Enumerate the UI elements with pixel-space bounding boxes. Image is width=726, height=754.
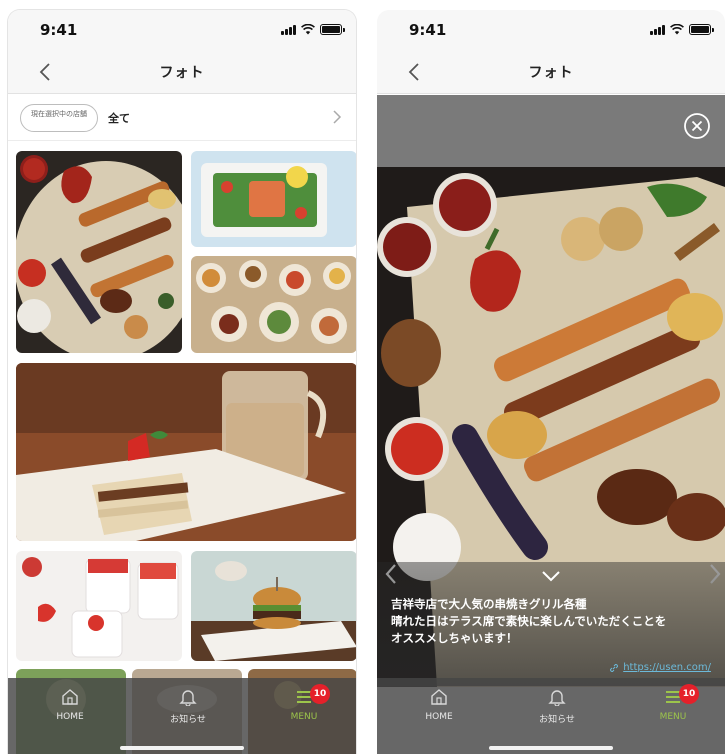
photo-tile[interactable] [191, 151, 356, 247]
status-bar: 9:41 [8, 10, 356, 50]
menu-badge: 10 [310, 684, 330, 704]
tab-label: お知らせ [539, 715, 575, 725]
tab-bar: HOME お知らせ MENU 10 [8, 678, 356, 754]
tab-label: HOME [56, 712, 84, 722]
store-selector-pill[interactable]: 現在選択中の店舗 [20, 104, 98, 132]
nav-bar: フォト [8, 50, 356, 94]
tab-label: MENU [659, 712, 687, 722]
tab-news[interactable]: お知らせ [148, 688, 228, 725]
store-filter-bar[interactable]: 現在選択中の店舗 全て [8, 95, 356, 141]
photo-grid [8, 141, 356, 754]
small-plates-photo [191, 256, 356, 353]
caption-line: 晴れた日はテラス席で素快に楽しんでいただくことを [391, 614, 667, 628]
wifi-icon [301, 24, 315, 35]
grill-platter-photo [16, 151, 182, 353]
photo-tile[interactable] [16, 363, 356, 541]
status-icons [650, 24, 714, 35]
home-indicator[interactable] [489, 746, 613, 750]
caption-text: 吉祥寺店で大人気の串焼きグリル各種 晴れた日はテラス席で素快に楽しんでいただくこ… [391, 596, 715, 647]
status-bar: 9:41 [377, 10, 725, 50]
page-title: フォト [159, 65, 205, 81]
caption-link[interactable]: https://usen.com/ [609, 662, 711, 673]
salmon-salad-photo [191, 151, 356, 247]
home-indicator[interactable] [120, 746, 244, 750]
caption-link-text: https://usen.com/ [623, 662, 711, 673]
wifi-icon [670, 24, 684, 35]
menu-badge: 10 [679, 684, 699, 704]
tab-label: MENU [290, 712, 318, 722]
photo-grid-screen: 9:41 フォト 現在選択中の店舗 全て HOME お知らせ MENU 10 [8, 10, 356, 754]
photo-viewer-screen: 9:41 フォト 吉祥寺店で大人気の串焼きグリル各種 晴れた日はテラス席で素快に… [377, 10, 725, 754]
photo-tile[interactable] [16, 151, 182, 353]
home-icon [62, 689, 78, 705]
photo-caption-panel: 吉祥寺店で大人気の串焼きグリル各種 晴れた日はテラス席で素快に楽しんでいただくこ… [377, 562, 725, 686]
nav-bar: フォト [377, 50, 725, 94]
battery-icon [689, 24, 714, 35]
status-icons [281, 24, 345, 35]
tab-menu[interactable]: MENU 10 [633, 684, 713, 722]
chevron-right-icon [333, 110, 342, 124]
photo-tile[interactable] [16, 551, 182, 661]
bell-icon [548, 690, 566, 706]
photo-tile[interactable] [191, 256, 356, 353]
page-title: フォト [528, 65, 574, 81]
store-filter-value: 全て [108, 112, 130, 125]
tiramisu-photo [16, 363, 356, 541]
caption-line: 吉祥寺店で大人気の串焼きグリル各種 [391, 597, 587, 611]
bell-icon [179, 690, 197, 706]
status-time: 9:41 [409, 21, 447, 39]
photo-tile[interactable] [191, 551, 356, 661]
tab-menu[interactable]: MENU 10 [264, 684, 344, 722]
link-icon [610, 663, 619, 672]
battery-icon [320, 24, 345, 35]
viewer-header [377, 95, 725, 167]
screenshot-stage: 9:41 フォト 現在選択中の店舗 全て HOME お知らせ MENU 10 9… [0, 0, 726, 754]
tab-home[interactable]: HOME [30, 688, 110, 722]
home-icon [431, 689, 447, 705]
burger-photo [191, 551, 356, 661]
tab-home[interactable]: HOME [399, 688, 479, 722]
signal-icon [650, 25, 665, 35]
status-time: 9:41 [40, 21, 78, 39]
caption-line: オススメしちゃいます！ [391, 631, 518, 645]
close-icon[interactable] [683, 112, 711, 140]
tab-label: お知らせ [170, 715, 206, 725]
signal-icon [281, 25, 296, 35]
tab-news[interactable]: お知らせ [517, 688, 597, 725]
tab-bar: HOME お知らせ MENU 10 [377, 678, 725, 754]
strawberry-dessert-photo [16, 551, 182, 661]
chevron-down-icon[interactable] [541, 570, 561, 582]
tab-label: HOME [425, 712, 453, 722]
